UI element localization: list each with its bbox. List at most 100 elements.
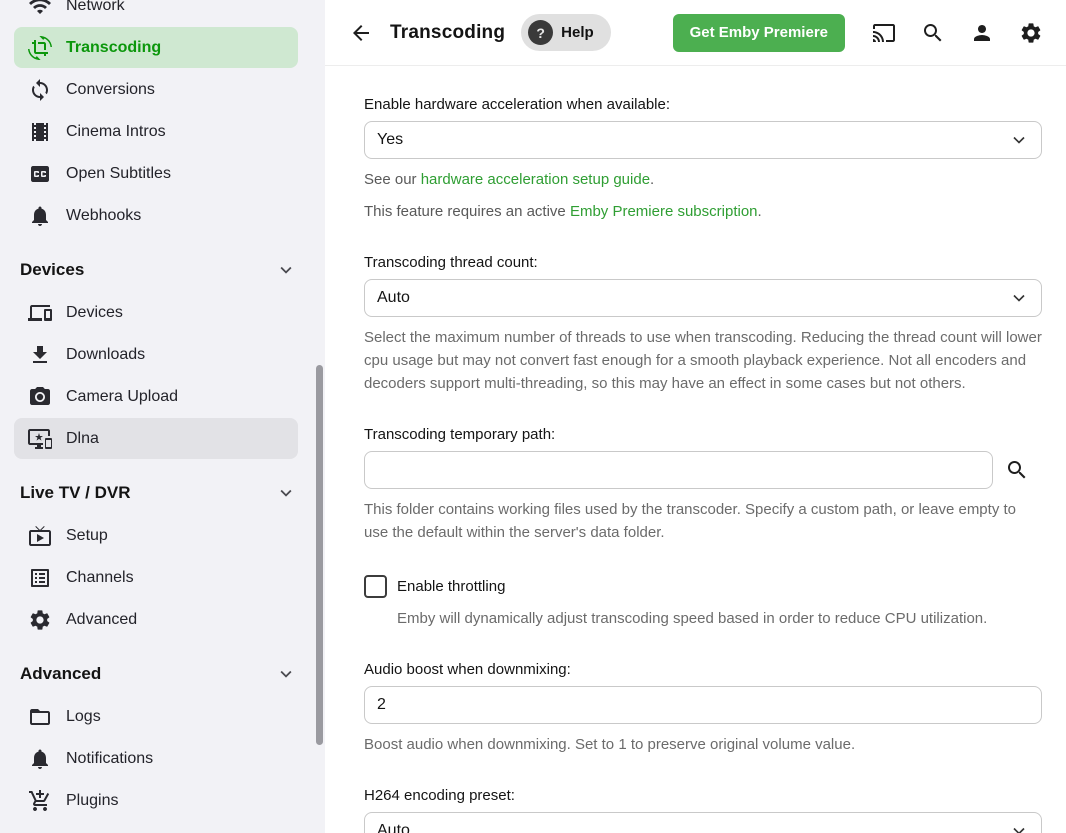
crop-rotate-icon (28, 36, 52, 60)
section-header-label: Advanced (20, 664, 101, 684)
sidebar-item-devices[interactable]: Devices (14, 292, 298, 333)
sidebar-item-notifications[interactable]: Notifications (14, 738, 298, 779)
help-button[interactable]: ? Help (521, 14, 611, 51)
bell-icon (28, 204, 52, 228)
search-icon (921, 21, 945, 45)
sidebar-item-label: Open Subtitles (66, 165, 171, 183)
sidebar-item-webhooks[interactable]: Webhooks (14, 195, 298, 236)
section-header-label: Devices (20, 260, 84, 280)
topbar-icons (872, 21, 1043, 45)
thread-count-select[interactable]: Auto (364, 279, 1042, 317)
sidebar: Network Transcoding Conversions Cinema I… (0, 0, 325, 833)
enable-throttling-checkbox[interactable] (364, 575, 387, 598)
field-throttling: Enable throttling Emby will dynamically … (364, 575, 1042, 630)
sidebar-item-channels[interactable]: Channels (14, 557, 298, 598)
chevron-down-icon (1009, 821, 1029, 833)
cast-icon (872, 21, 896, 45)
sidebar-item-camera-upload[interactable]: Camera Upload (14, 376, 298, 417)
sidebar-scrollbar[interactable] (316, 365, 323, 745)
sidebar-item-plugins[interactable]: Plugins (14, 780, 298, 821)
sidebar-nav-list: Network Transcoding Conversions Cinema I… (0, 0, 325, 833)
devices-star-icon (28, 427, 52, 451)
temp-path-description: This folder contains working files used … (364, 498, 1042, 544)
sidebar-item-transcoding[interactable]: Transcoding (14, 27, 298, 68)
hardware-acceleration-help-line: See our hardware acceleration setup guid… (364, 168, 1042, 191)
back-button[interactable] (349, 21, 373, 45)
channel-list-icon (28, 566, 52, 590)
sidebar-section-advanced[interactable]: Advanced (0, 653, 325, 695)
hardware-acceleration-guide-link[interactable]: hardware acceleration setup guide (421, 171, 650, 188)
sidebar-item-cinema-intros[interactable]: Cinema Intros (14, 111, 298, 152)
top-bar: Transcoding ? Help Get Emby Premiere (325, 0, 1066, 66)
field-temp-path: Transcoding temporary path: This folder … (364, 426, 1042, 544)
sidebar-item-logs[interactable]: Logs (14, 696, 298, 737)
sidebar-item-label: Channels (66, 569, 134, 587)
audio-boost-description: Boost audio when downmixing. Set to 1 to… (364, 733, 1042, 756)
temp-path-row (364, 451, 1042, 489)
folder-icon (28, 705, 52, 729)
enable-throttling-label: Enable throttling (397, 578, 505, 595)
temp-path-input[interactable] (364, 451, 993, 489)
sidebar-item-label: Advanced (66, 611, 137, 629)
browse-path-button[interactable] (1005, 458, 1029, 482)
search-icon (1005, 458, 1029, 482)
sidebar-item-downloads[interactable]: Downloads (14, 334, 298, 375)
premiere-requirement-line: This feature requires an active Emby Pre… (364, 200, 1042, 223)
sidebar-item-label: Downloads (66, 346, 145, 364)
chevron-down-icon (1009, 130, 1029, 150)
sidebar-item-label: Setup (66, 527, 108, 545)
help-button-label: Help (561, 24, 594, 41)
sidebar-item-scheduled-tasks[interactable]: Scheduled Tasks (14, 822, 298, 833)
sidebar-item-label: Camera Upload (66, 388, 178, 406)
sync-icon (28, 78, 52, 102)
sidebar-item-label: Network (66, 0, 125, 15)
page-title: Transcoding (390, 22, 505, 44)
h264-preset-label: H264 encoding preset: (364, 787, 1042, 804)
audio-boost-label: Audio boost when downmixing: (364, 661, 1042, 678)
sidebar-item-label: Transcoding (66, 39, 161, 57)
sidebar-item-network[interactable]: Network (14, 0, 298, 26)
select-value: Auto (377, 822, 410, 833)
sidebar-item-conversions[interactable]: Conversions (14, 69, 298, 110)
gear-icon (28, 608, 52, 632)
arrow-back-icon (349, 21, 373, 45)
h264-preset-select[interactable]: Auto (364, 812, 1042, 833)
thread-count-description: Select the maximum number of threads to … (364, 326, 1042, 395)
gear-icon (1019, 21, 1043, 45)
thread-count-label: Transcoding thread count: (364, 254, 1042, 271)
emby-premiere-subscription-link[interactable]: Emby Premiere subscription (570, 203, 758, 220)
sidebar-item-label: Dlna (66, 430, 99, 448)
sidebar-item-advanced-livetv[interactable]: Advanced (14, 599, 298, 640)
sidebar-item-dlna[interactable]: Dlna (14, 418, 298, 459)
hardware-acceleration-select[interactable]: Yes (364, 121, 1042, 159)
cast-button[interactable] (872, 21, 896, 45)
closed-caption-icon (28, 162, 52, 186)
sidebar-section-live-tv-dvr[interactable]: Live TV / DVR (0, 472, 325, 514)
question-mark-icon: ? (528, 20, 553, 45)
premiere-text-suffix: . (758, 203, 762, 220)
cart-plus-icon (28, 789, 52, 813)
theaters-icon (28, 120, 52, 144)
search-button[interactable] (921, 21, 945, 45)
sidebar-item-setup[interactable]: Setup (14, 515, 298, 556)
settings-button[interactable] (1019, 21, 1043, 45)
emby-settings-app: Network Transcoding Conversions Cinema I… (0, 0, 1066, 833)
audio-boost-input[interactable] (364, 686, 1042, 724)
enable-throttling-checkbox-row[interactable]: Enable throttling (364, 575, 1042, 598)
transcoding-settings-form: Enable hardware acceleration when availa… (325, 66, 1066, 833)
section-header-label: Live TV / DVR (20, 483, 131, 503)
devices-icon (28, 301, 52, 325)
temp-path-label: Transcoding temporary path: (364, 426, 1042, 443)
help-text: See our (364, 171, 421, 188)
chevron-down-icon (275, 482, 297, 504)
chevron-down-icon (275, 663, 297, 685)
user-button[interactable] (970, 21, 994, 45)
chevron-down-icon (1009, 288, 1029, 308)
throttling-description: Emby will dynamically adjust transcoding… (397, 607, 1042, 630)
get-emby-premiere-button[interactable]: Get Emby Premiere (673, 14, 845, 52)
wifi-icon (28, 0, 52, 18)
sidebar-item-label: Webhooks (66, 207, 141, 225)
sidebar-section-devices[interactable]: Devices (0, 249, 325, 291)
select-value: Auto (377, 289, 410, 307)
sidebar-item-open-subtitles[interactable]: Open Subtitles (14, 153, 298, 194)
